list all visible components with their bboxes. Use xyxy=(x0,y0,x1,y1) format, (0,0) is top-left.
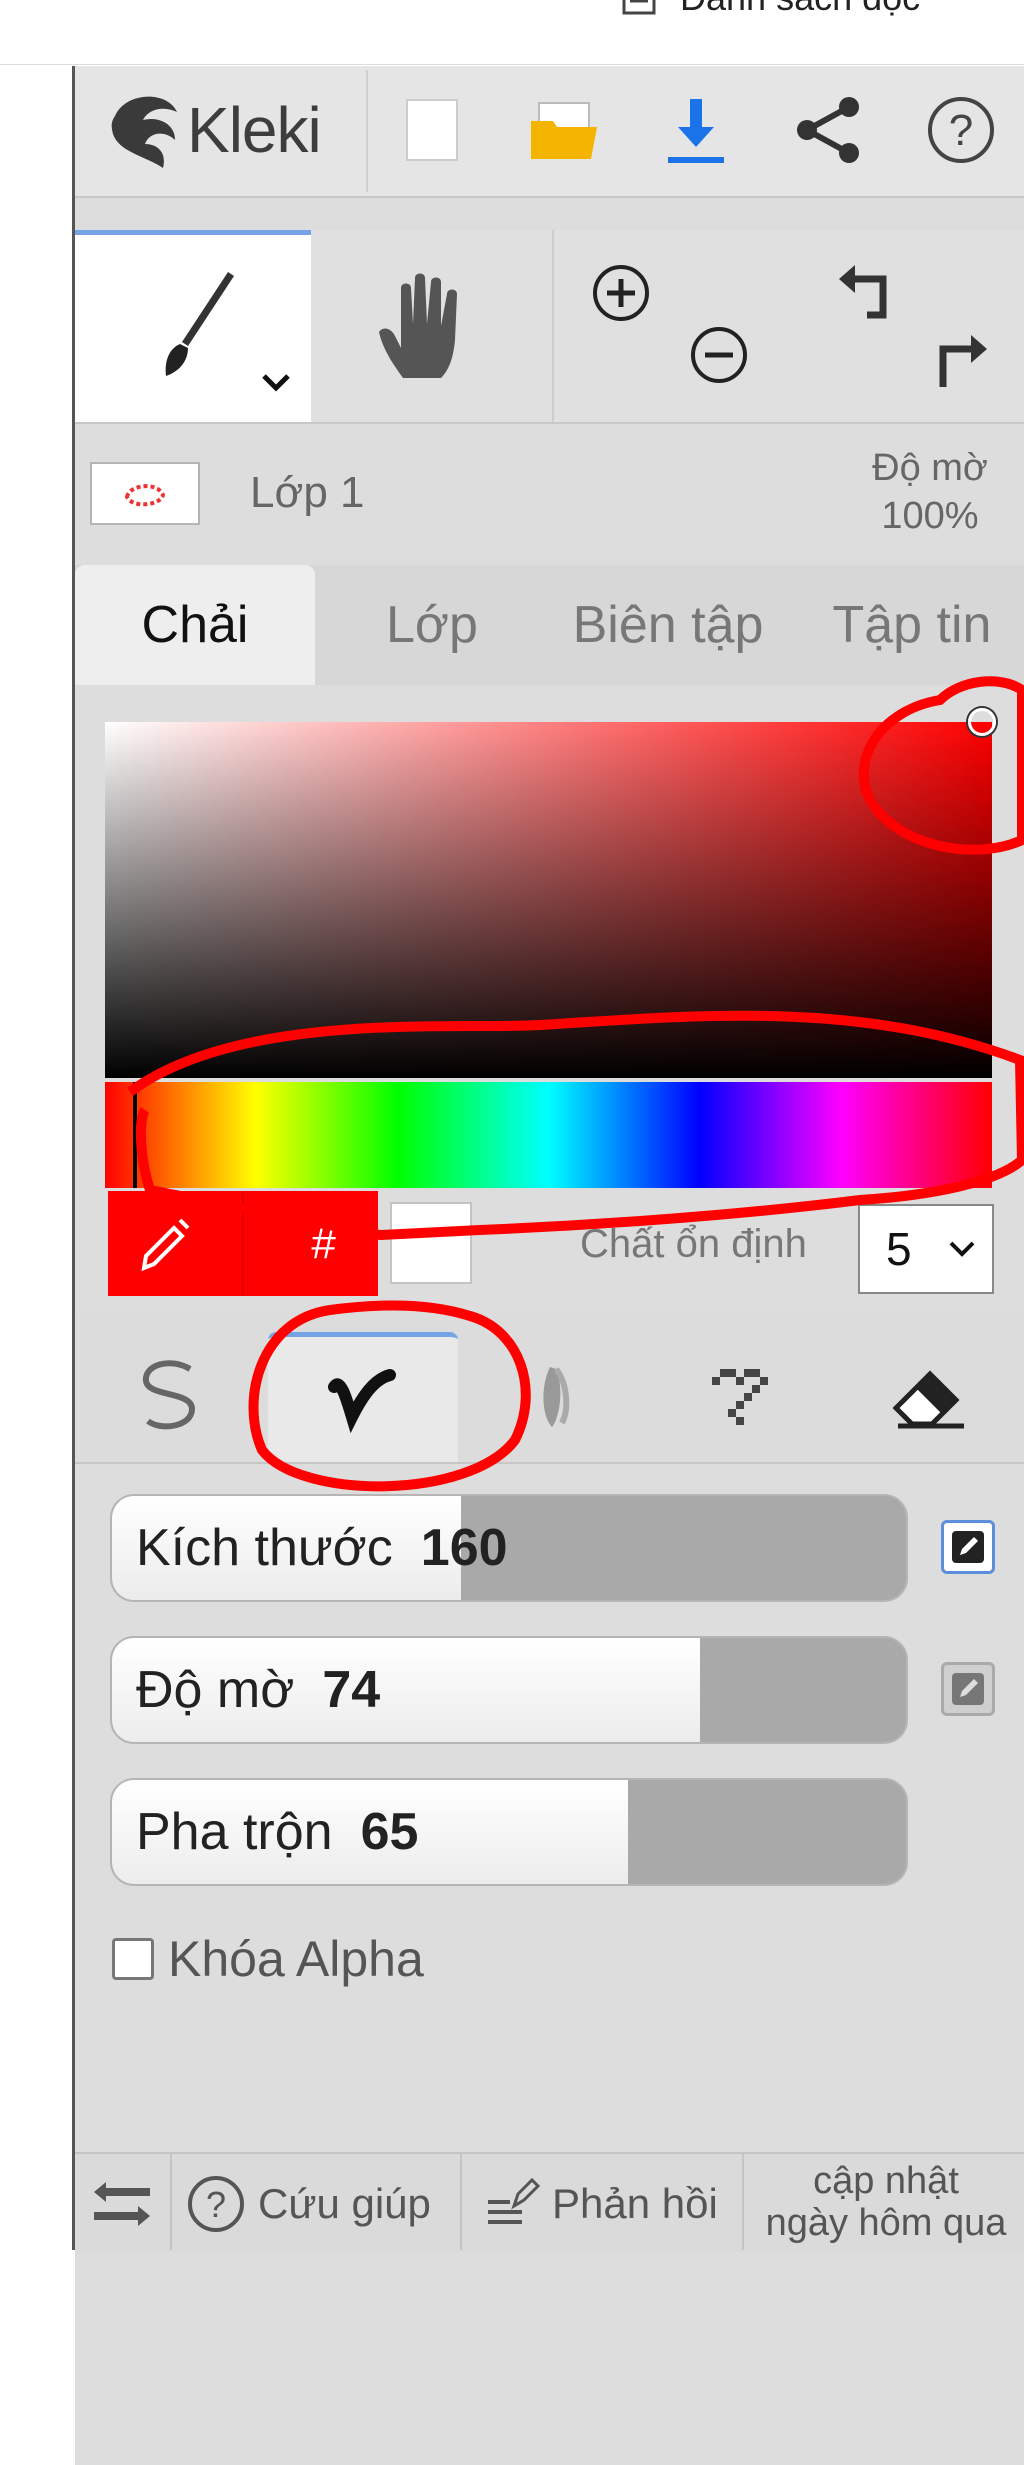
canvas-area[interactable] xyxy=(0,66,72,2250)
help-icon: ? xyxy=(188,2176,244,2232)
pen-icon[interactable] xyxy=(110,1332,230,1462)
tab-brush[interactable]: Chải xyxy=(75,565,315,685)
redo-icon[interactable] xyxy=(920,316,1000,396)
logo-text: Kleki xyxy=(187,94,322,166)
svg-text:?: ? xyxy=(206,2184,226,2225)
stabilizer-label: Chất ổn định xyxy=(580,1222,807,1266)
sketchy-brush-icon[interactable] xyxy=(500,1332,620,1462)
blend-brush-icon[interactable] xyxy=(302,1332,422,1462)
footer-divider xyxy=(170,2152,172,2250)
secondary-color-swatch[interactable] xyxy=(390,1202,472,1284)
update-line-2: ngày hôm qua xyxy=(765,2202,1007,2244)
swap-icon xyxy=(94,2182,150,2226)
opacity-slider-text: Độ mờ 74 xyxy=(136,1638,380,1742)
zoom-in-icon[interactable] xyxy=(586,258,656,328)
blend-value: 65 xyxy=(360,1803,419,1861)
reading-list-icon xyxy=(622,0,656,15)
color-cursor[interactable] xyxy=(968,708,996,736)
opacity-slider[interactable]: Độ mờ 74 xyxy=(110,1636,908,1744)
hue-slider[interactable] xyxy=(105,1082,992,1188)
footer-divider xyxy=(460,2152,462,2250)
lock-alpha-label[interactable]: Khóa Alpha xyxy=(168,1930,424,1988)
hue-marker[interactable] xyxy=(133,1082,137,1188)
help-button[interactable]: ? Cứu giúp xyxy=(186,2168,431,2240)
brush-icon xyxy=(140,268,250,388)
update-info[interactable]: cập nhật ngày hôm qua xyxy=(748,2160,1024,2244)
opacity-pressure-toggle[interactable] xyxy=(941,1662,995,1716)
picker-divider xyxy=(242,1191,244,1296)
reading-list-button[interactable]: Danh sách đọc xyxy=(622,0,920,22)
saturation-value-picker[interactable] xyxy=(105,722,992,1078)
size-pressure-toggle[interactable] xyxy=(941,1520,995,1574)
download-icon[interactable] xyxy=(656,90,736,170)
svg-text:?: ? xyxy=(949,106,973,155)
tab-file[interactable]: Tập tin xyxy=(800,565,1024,685)
help-icon[interactable]: ? xyxy=(921,90,1001,170)
footer-divider xyxy=(742,2152,744,2250)
new-file-icon[interactable] xyxy=(392,90,472,170)
eyedropper-icon[interactable] xyxy=(126,1212,206,1276)
layer-opacity: Độ mờ 100% xyxy=(840,444,1020,540)
size-slider[interactable]: Kích thước 160 xyxy=(110,1494,908,1602)
update-line-1: cập nhật xyxy=(813,2160,959,2202)
app-logo[interactable]: Kleki xyxy=(105,80,322,180)
tool-divider xyxy=(552,230,554,422)
pixel-brush-icon[interactable] xyxy=(680,1332,800,1462)
tab-edit[interactable]: Biên tập xyxy=(548,565,788,685)
layer-name[interactable]: Lớp 1 xyxy=(250,468,365,518)
feedback-button[interactable]: Phản hồi xyxy=(484,2168,718,2240)
chevron-down-icon[interactable] xyxy=(255,362,297,404)
layer-opacity-label: Độ mờ xyxy=(872,447,988,489)
tab-layers[interactable]: Lớp xyxy=(322,565,542,685)
stabilizer-select[interactable]: 5 xyxy=(858,1204,994,1294)
undo-icon[interactable] xyxy=(826,258,906,338)
feedback-icon xyxy=(488,2178,540,2224)
hex-input-button[interactable]: # xyxy=(288,1212,358,1276)
reading-list-label: Danh sách đọc xyxy=(680,0,920,19)
zoom-out-icon[interactable] xyxy=(684,320,754,390)
stabilizer-value: 5 xyxy=(886,1223,912,1275)
hand-icon[interactable] xyxy=(370,268,480,388)
blend-label: Pha trộn xyxy=(136,1803,333,1861)
layer-opacity-value: 100% xyxy=(881,495,979,537)
header-divider xyxy=(366,70,368,192)
opacity-label: Độ mờ xyxy=(136,1661,295,1719)
blend-slider-text: Pha trộn 65 xyxy=(136,1780,418,1884)
swap-sides-button[interactable] xyxy=(90,2168,154,2240)
feedback-label: Phản hồi xyxy=(552,2180,718,2227)
share-icon[interactable] xyxy=(788,90,868,170)
blend-slider[interactable]: Pha trộn 65 xyxy=(110,1778,908,1886)
size-slider-text: Kích thước 160 xyxy=(136,1496,508,1600)
size-value: 160 xyxy=(420,1519,508,1577)
kleki-logo-icon xyxy=(111,96,177,168)
opacity-value: 74 xyxy=(322,1661,381,1719)
help-label: Cứu giúp xyxy=(258,2180,431,2227)
chevron-down-icon xyxy=(949,1241,975,1257)
layer-thumbnail[interactable] xyxy=(90,462,200,525)
open-folder-icon[interactable] xyxy=(525,90,605,170)
eraser-icon[interactable] xyxy=(870,1332,990,1462)
size-label: Kích thước xyxy=(136,1519,393,1577)
lock-alpha-checkbox[interactable] xyxy=(112,1938,154,1980)
